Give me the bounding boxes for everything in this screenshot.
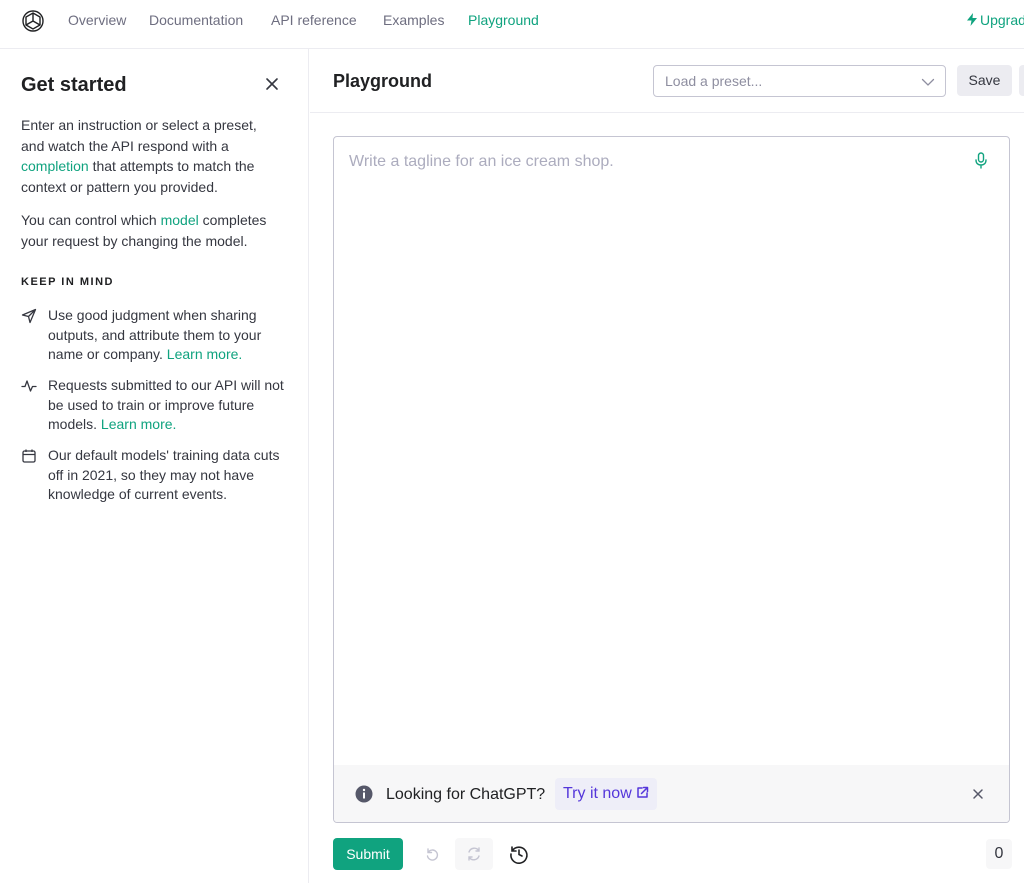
nav-overview[interactable]: Overview [68, 11, 126, 29]
upgrade-link[interactable]: Upgrade [967, 11, 1024, 29]
top-nav: Overview Documentation API reference Exa… [0, 0, 1024, 49]
microphone-icon[interactable] [974, 152, 988, 170]
playground-main: Playground Load a preset... Save Looking… [310, 49, 1024, 883]
send-icon [21, 308, 37, 324]
panel-title: Get started [21, 74, 127, 96]
get-started-panel: Get started Enter an instruction or sele… [0, 49, 309, 883]
save-button[interactable]: Save [957, 65, 1012, 96]
upgrade-label: Upgrade [980, 12, 1024, 28]
chatgpt-banner: Looking for ChatGPT? Try it now [334, 765, 1009, 822]
undo-button[interactable] [413, 838, 451, 870]
undo-icon [426, 848, 439, 861]
calendar-icon [22, 449, 36, 463]
lightning-icon [967, 13, 977, 26]
chevron-down-icon [921, 78, 935, 86]
intro-paragraph-1: Enter an instruction or select a preset,… [21, 115, 283, 197]
history-icon[interactable] [508, 843, 530, 865]
tip-text: Our default models' training data cuts o… [48, 446, 288, 505]
playground-header: Playground Load a preset... Save [310, 49, 1024, 113]
learn-more-link[interactable]: Learn more. [101, 416, 176, 432]
try-it-now-label: Try it now [563, 785, 632, 802]
external-link-icon [637, 786, 648, 798]
info-icon [355, 785, 373, 803]
tip-text: Use good judgment when sharing outputs, … [48, 306, 288, 365]
intro-paragraph-2: You can control which model completes yo… [21, 210, 283, 251]
more-button[interactable] [1019, 65, 1024, 96]
regenerate-button[interactable] [455, 838, 493, 870]
learn-more-link[interactable]: Learn more. [167, 346, 242, 362]
preset-placeholder: Load a preset... [665, 73, 763, 89]
nav-examples[interactable]: Examples [383, 11, 444, 29]
prompt-input[interactable] [334, 137, 1009, 765]
activity-icon [21, 380, 37, 392]
try-it-now-button[interactable]: Try it now [555, 778, 657, 810]
banner-text: Looking for ChatGPT? [386, 786, 546, 803]
close-icon[interactable] [264, 76, 280, 92]
tip-text: Requests submitted to our API will not b… [48, 376, 288, 435]
openai-logo-icon[interactable] [21, 9, 45, 33]
regenerate-icon [468, 847, 480, 861]
model-link[interactable]: model [161, 212, 199, 228]
intro-text: You can control which [21, 212, 161, 228]
prompt-editor: Looking for ChatGPT? Try it now [333, 136, 1010, 823]
intro-text: Enter an instruction or select a preset,… [21, 117, 257, 154]
tip-body: Our default models' training data cuts o… [48, 447, 280, 502]
token-count: 0 [986, 839, 1012, 869]
page-title: Playground [333, 71, 433, 91]
nav-playground[interactable]: Playground [468, 11, 539, 29]
close-icon[interactable] [972, 788, 984, 800]
keep-in-mind-heading: KEEP IN MIND [21, 276, 114, 288]
nav-api-reference[interactable]: API reference [271, 11, 357, 29]
submit-button[interactable]: Submit [333, 838, 403, 870]
preset-select[interactable]: Load a preset... [653, 65, 946, 97]
completion-link[interactable]: completion [21, 158, 89, 174]
nav-documentation[interactable]: Documentation [149, 11, 243, 29]
